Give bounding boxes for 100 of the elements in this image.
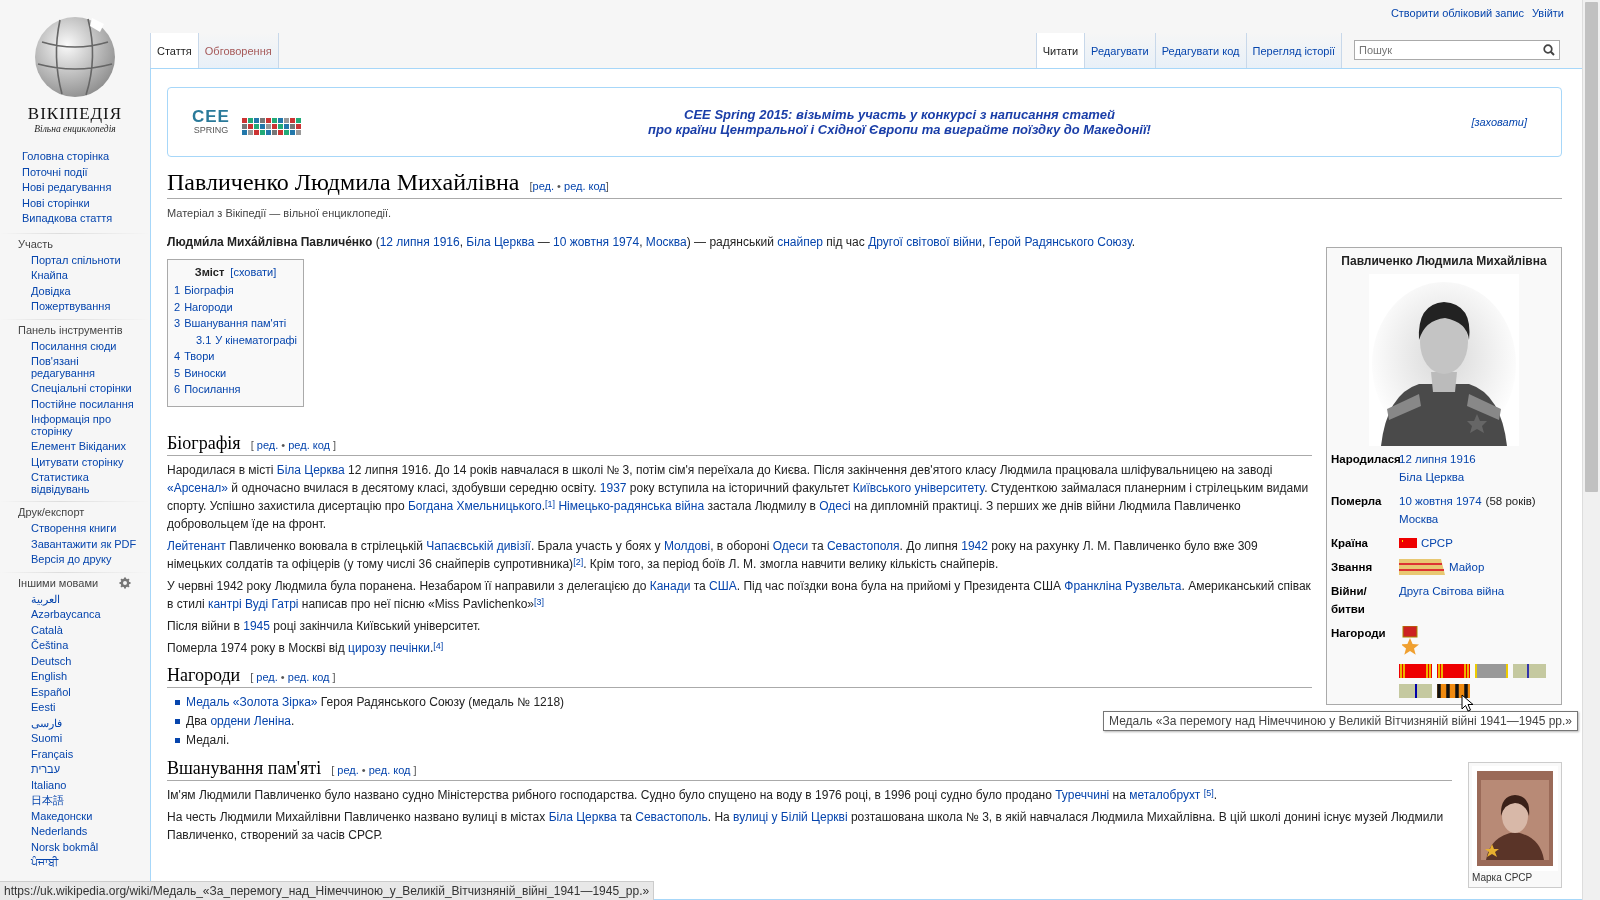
ribbon-icon[interactable] [1513, 664, 1546, 678]
link[interactable]: Москва [1399, 510, 1439, 528]
language-link[interactable]: العربية [31, 591, 60, 607]
link[interactable]: Друга Світова війна [1399, 582, 1505, 600]
language-link[interactable]: Italiano [31, 777, 67, 793]
link[interactable]: ордени Леніна [210, 713, 291, 728]
ribbon-icon[interactable] [1399, 684, 1432, 698]
tab[interactable]: Редагувати код [1154, 33, 1246, 68]
toc-link[interactable]: 3.1 У кінематографі [196, 331, 297, 348]
link[interactable]: Німецько-радянська війна [558, 498, 705, 513]
scrollbar[interactable] [1582, 0, 1600, 900]
sidebar-link[interactable]: Цитувати сторінку [31, 454, 124, 470]
link[interactable]: ред. [256, 438, 279, 451]
link[interactable]: 12 липня 1916 [1399, 450, 1476, 468]
language-link[interactable]: Čeština [31, 638, 69, 654]
sidebar-link[interactable]: Пожертвування [31, 299, 111, 315]
sidebar-link[interactable]: Нові сторінки [22, 195, 90, 211]
link[interactable]: Другої світової війни [868, 235, 982, 249]
sidebar-link[interactable]: Портал спільноти [31, 252, 121, 268]
tab[interactable]: Стаття [150, 33, 198, 68]
tab[interactable]: Обговорення [197, 33, 279, 68]
link[interactable]: Севастополь [635, 809, 708, 824]
toc-link[interactable]: 2 Нагороди [174, 298, 233, 315]
language-link[interactable]: Suomi [31, 731, 63, 747]
sidebar-link[interactable]: Нові редагування [22, 180, 112, 196]
reference-link[interactable]: [3] [534, 596, 545, 607]
hide-link[interactable]: [заховати] [1407, 116, 1537, 128]
language-link[interactable]: Français [31, 746, 74, 762]
language-link[interactable]: Deutsch [31, 653, 72, 669]
link[interactable]: цирозу печінки [348, 640, 430, 655]
sidebar-link[interactable]: Кнайпа [31, 268, 68, 284]
link[interactable]: 10 жовтня 1974 [1399, 492, 1482, 510]
link[interactable]: вулиці у Білій Церкві [733, 809, 848, 824]
link[interactable]: 12 липня 1916 [379, 235, 460, 249]
link[interactable]: Севастополя [826, 538, 900, 553]
language-link[interactable]: Azərbaycanca [31, 607, 101, 623]
sidebar-link[interactable]: Спеціальні сторінки [31, 381, 132, 397]
account-link[interactable]: Створити обліковий запис [1390, 7, 1524, 33]
link[interactable]: ред. код [368, 763, 411, 776]
link[interactable]: 1945 [243, 618, 270, 633]
sidebar-link[interactable]: Створення книги [31, 521, 117, 537]
sidebar-link[interactable]: Постійне посилання [31, 396, 134, 412]
link[interactable]: Біла Церква [276, 462, 345, 477]
sidebar-link[interactable]: Головна сторінка [22, 149, 110, 165]
language-link[interactable]: English [31, 669, 68, 685]
tab[interactable]: Перегляд історії [1245, 33, 1342, 68]
link[interactable]: Медаль «Золота Зірка» [186, 694, 318, 709]
link[interactable]: ред. код [564, 180, 606, 192]
sidebar-link[interactable]: Елемент Вікіданих [31, 439, 126, 455]
language-link[interactable]: ਪੰਜਾਬੀ [31, 855, 58, 871]
language-link[interactable]: Català [31, 622, 63, 638]
sidebar-link[interactable]: Статистика відвідувань [31, 470, 143, 497]
reference-link[interactable]: [1] [545, 498, 556, 509]
sidebar-link[interactable]: Довідка [31, 283, 71, 299]
language-link[interactable]: Nederlands [31, 824, 88, 840]
toc-toggle-link[interactable]: [сховати] [230, 266, 277, 278]
language-link[interactable]: Norsk bokmål [31, 839, 99, 855]
toc-link[interactable]: 3 Вшанування пам'яті [174, 315, 287, 332]
settings-icon[interactable] [119, 577, 131, 589]
banner-link[interactable]: CEE Spring 2015: візьміть участь у конкурсі з написання статей [684, 107, 1115, 122]
link[interactable]: 1937 [599, 480, 627, 495]
sidebar-link[interactable]: Поточні події [22, 164, 88, 180]
language-link[interactable]: فارسی [31, 715, 62, 731]
link[interactable]: ред. код [288, 438, 330, 451]
link[interactable]: Одеси [772, 538, 809, 553]
search-field[interactable]: Пошук [1354, 40, 1560, 60]
link[interactable]: Туреччині [1055, 787, 1110, 802]
link[interactable]: Біла Церква [1399, 468, 1465, 486]
link[interactable]: 1942 [961, 538, 988, 553]
link[interactable]: Канади [649, 578, 691, 593]
language-link[interactable]: עברית [31, 762, 61, 778]
sidebar-link[interactable]: Посилання сюди [31, 338, 117, 354]
ribbon-icon[interactable] [1437, 684, 1470, 698]
account-link[interactable]: Увійти [1532, 7, 1564, 33]
scrollbar-thumb[interactable] [1585, 2, 1598, 492]
link[interactable]: снайпер [777, 235, 824, 249]
reference-link[interactable]: [4] [433, 640, 444, 651]
sidebar-link[interactable]: Завантажити як PDF [31, 536, 137, 552]
link[interactable]: Лейтенант [167, 538, 226, 553]
tab[interactable]: Редагувати [1084, 33, 1155, 68]
toc-link[interactable]: 1 Біографія [174, 282, 234, 299]
link[interactable]: кантрі [207, 596, 242, 611]
link[interactable]: Богдана Хмельницького [407, 498, 542, 513]
language-link[interactable]: 日本語 [31, 793, 64, 809]
link[interactable]: Герой Радянського Союзу [988, 235, 1132, 249]
search-icon[interactable] [1543, 44, 1555, 56]
link[interactable]: Москва [645, 235, 687, 249]
link[interactable]: металобрухт [1129, 787, 1201, 802]
sidebar-link[interactable]: Випадкова стаття [22, 211, 113, 227]
link[interactable]: Чапаєвській дивізії [426, 538, 531, 553]
link[interactable]: Біла Церква [548, 809, 617, 824]
language-link[interactable]: Español [31, 684, 71, 700]
language-link[interactable]: Eesti [31, 700, 56, 716]
toc-link[interactable]: 4 Твори [174, 348, 215, 365]
link[interactable]: Вуді Гатрі [244, 596, 299, 611]
link[interactable]: «Арсенал» [167, 480, 228, 495]
language-link[interactable]: Македонски [31, 808, 93, 824]
link[interactable]: Майор [1449, 558, 1485, 576]
reference-link[interactable]: [5] [1203, 787, 1214, 798]
tab[interactable]: Читати [1035, 33, 1085, 68]
